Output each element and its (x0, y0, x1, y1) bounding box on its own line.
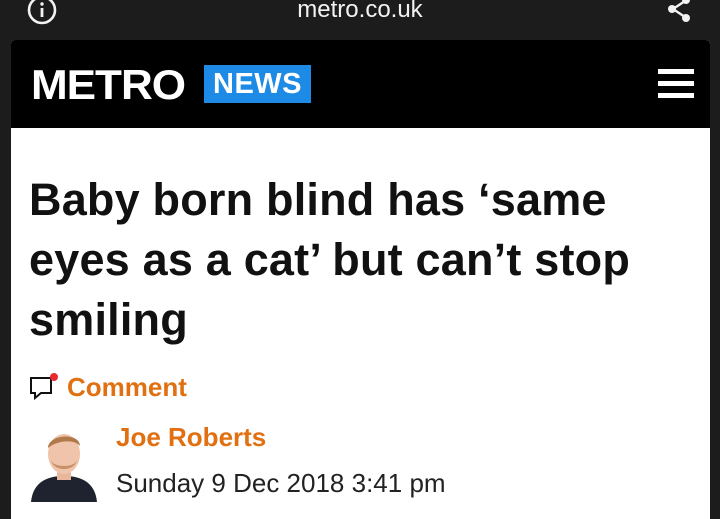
comment-icon (30, 373, 58, 401)
author-avatar[interactable] (29, 424, 99, 502)
article-headline: Baby born blind has ‘same eyes as a cat’… (29, 174, 631, 345)
share-icon[interactable] (664, 0, 694, 24)
url-text[interactable]: metro.co.uk (0, 0, 720, 24)
publish-date: Sunday 9 Dec 2018 3:41 pm (116, 468, 446, 498)
web-page: METRO NEWS Baby born blind has ‘same eye… (11, 40, 710, 519)
section-badge-news[interactable]: NEWS (204, 65, 311, 103)
author-name[interactable]: Joe Roberts (116, 422, 266, 453)
browser-address-bar: metro.co.uk (0, 0, 720, 40)
comment-link[interactable]: Comment (29, 370, 187, 404)
hamburger-menu-icon[interactable] (658, 65, 694, 101)
metro-logo[interactable]: METRO (31, 63, 186, 107)
comment-label[interactable]: Comment (67, 372, 187, 403)
site-header: METRO NEWS (11, 40, 710, 128)
